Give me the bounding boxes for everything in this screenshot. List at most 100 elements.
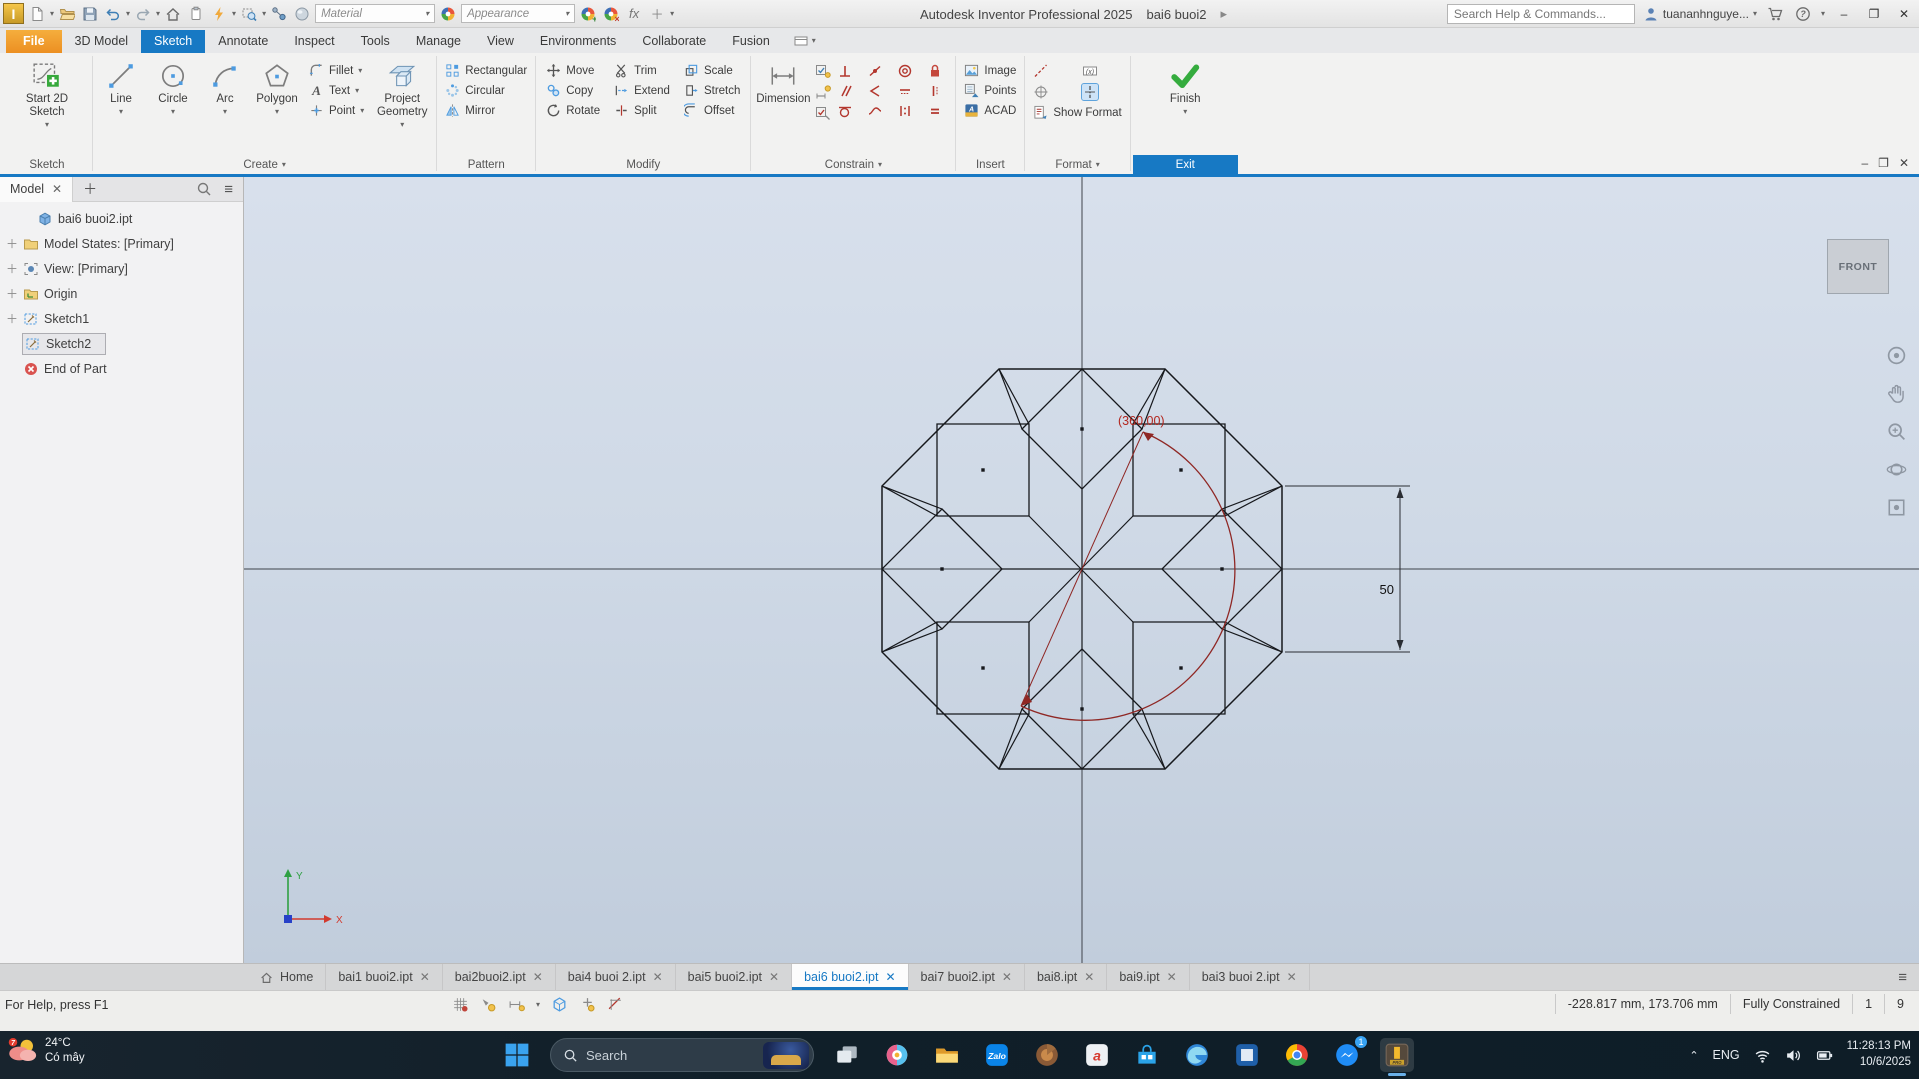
sketch-line[interactable] (1221, 485, 1283, 510)
document-tab[interactable]: bai9.ipt ✕ (1107, 964, 1190, 990)
project-geometry-button[interactable]: Project Geometry ▾ (370, 59, 434, 129)
document-tab[interactable]: bai6 buoi2.ipt ✕ (792, 964, 909, 990)
browser-menu-icon[interactable]: ≡ (224, 181, 233, 198)
dimension-arrow[interactable] (1396, 640, 1404, 650)
weather-widget[interactable]: 7 24°C Có mây (8, 1036, 85, 1066)
navigation-wheel-icon[interactable] (1886, 345, 1907, 366)
tree-item[interactable]: ＋ bai6 buoi2.ipt (0, 206, 243, 231)
restore-button[interactable]: ❐ (1863, 4, 1885, 24)
modify-tool[interactable]: Split (614, 103, 670, 118)
home-button[interactable] (163, 4, 183, 24)
taskbar-app-icon[interactable]: Zalo (980, 1038, 1014, 1072)
qat-add-button[interactable]: ＋ (647, 4, 667, 24)
sketch-line[interactable] (881, 485, 938, 517)
ribbon-tab[interactable]: File (6, 30, 62, 53)
inventor-logo-icon[interactable]: I (3, 3, 24, 24)
panel-display-button[interactable]: ▾ (793, 33, 816, 49)
insert-tool[interactable]: A ACAD (964, 103, 1016, 118)
create-small-tool[interactable]: Point ▾ (309, 103, 364, 118)
group-label-constrain[interactable]: Constrain ▾ (753, 155, 953, 174)
dimension-display-dropdown[interactable]: ▾ (536, 1000, 540, 1009)
sketch-point[interactable] (1179, 666, 1183, 670)
tree-item[interactable]: ＋ Sketch1 (0, 306, 243, 331)
group-label-insert[interactable]: Insert (958, 155, 1022, 174)
tab-close-icon[interactable]: ✕ (653, 970, 663, 984)
expand-toggle[interactable]: ＋ (6, 310, 18, 327)
doc-close-button[interactable]: ✕ (1899, 156, 1909, 170)
modify-tool[interactable]: Scale (684, 63, 740, 78)
modify-tool[interactable]: Stretch (684, 83, 740, 98)
taskbar-search[interactable]: Search (550, 1038, 814, 1072)
tangent-circle-constraint-icon[interactable] (837, 103, 853, 119)
new-file-button[interactable] (27, 4, 47, 24)
windows-start-button[interactable] (500, 1038, 534, 1072)
doc-minimize-button[interactable]: – (1861, 156, 1868, 170)
concentric-constraint-icon[interactable] (897, 63, 913, 79)
sketch-line[interactable] (1132, 713, 1166, 770)
modify-tool[interactable]: Trim (614, 63, 670, 78)
group-label-create[interactable]: Create ▾ (95, 155, 434, 174)
battery-icon[interactable] (1816, 1047, 1833, 1064)
slice-graphics-icon[interactable] (551, 996, 568, 1013)
driven-dimension-icon[interactable]: (x) (1082, 63, 1098, 79)
undo-button[interactable] (103, 4, 123, 24)
sketch-line[interactable] (881, 485, 943, 510)
parameters-button[interactable]: fx (624, 4, 644, 24)
user-account-button[interactable]: tuananhnguye... ▾ (1643, 6, 1757, 22)
sketch-square[interactable] (1132, 621, 1226, 715)
tab-close-icon[interactable]: ✕ (1002, 970, 1012, 984)
sketch-point[interactable] (1080, 427, 1084, 431)
new-file-dropdown[interactable]: ▾ (50, 9, 54, 18)
color-wheel-button[interactable] (438, 4, 458, 24)
copy-screen-button[interactable] (186, 4, 206, 24)
taskbar-app-icon[interactable] (930, 1038, 964, 1072)
graphics-window[interactable]: 50 (360,00) FRONT Y X (244, 177, 1919, 963)
insert-tool[interactable]: Image (964, 63, 1016, 78)
tab-close-icon[interactable]: ✕ (885, 970, 895, 984)
document-tab[interactable]: bai8.ipt ✕ (1025, 964, 1108, 990)
pattern-tool[interactable]: Circular (445, 83, 527, 98)
document-tab[interactable]: bai7 buoi2.ipt ✕ (909, 964, 1025, 990)
group-label-pattern[interactable]: Pattern (439, 155, 533, 174)
modify-tool[interactable]: Extend (614, 83, 670, 98)
open-button[interactable] (57, 4, 77, 24)
sketch-point[interactable] (940, 567, 944, 571)
sketch-canvas[interactable]: 50 (360,00) (244, 177, 1919, 963)
look-at-icon[interactable] (1886, 497, 1907, 518)
expand-toggle[interactable]: ＋ (6, 235, 18, 252)
taskbar-app-icon[interactable] (1280, 1038, 1314, 1072)
show-format-button[interactable]: Show Format (1033, 105, 1122, 120)
fix-constraint-icon[interactable] (927, 63, 943, 79)
material-ball-button[interactable] (292, 4, 312, 24)
taskbar-app-icon[interactable]: PRO (1380, 1038, 1414, 1076)
sketch-line[interactable] (998, 708, 1023, 770)
taskbar-app-icon[interactable]: 1 (1330, 1035, 1368, 1072)
ribbon-tab[interactable]: Collaborate (629, 30, 719, 53)
browser-tab-close-icon[interactable]: ✕ (52, 182, 62, 196)
modify-tool[interactable]: Offset (683, 103, 740, 118)
help-dropdown[interactable]: ▾ (1821, 10, 1825, 18)
ribbon-tab[interactable]: Fusion (719, 30, 783, 53)
sketch-point[interactable] (981, 468, 985, 472)
add-appearance-button[interactable]: + (578, 4, 598, 24)
dimension-arrow[interactable] (1396, 488, 1404, 498)
centerline-icon[interactable] (1080, 83, 1099, 101)
document-tab[interactable]: bai5 buoi2.ipt ✕ (676, 964, 793, 990)
ribbon-tab[interactable]: Environments (527, 30, 629, 53)
group-label-modify[interactable]: Modify (538, 155, 748, 174)
minimize-button[interactable]: – (1833, 4, 1855, 24)
document-tab[interactable]: bai4 buoi 2.ipt ✕ (556, 964, 676, 990)
modify-tool[interactable]: Move (546, 63, 600, 78)
tab-close-icon[interactable]: ✕ (420, 970, 430, 984)
save-button[interactable] (80, 4, 100, 24)
create-small-tool[interactable]: A Text ▾ (309, 83, 364, 98)
tree-item[interactable]: ＋ View: [Primary] (0, 256, 243, 281)
create-tool-button[interactable]: Line ▾ (95, 59, 147, 116)
document-tab[interactable]: bai3 buoi 2.ipt ✕ (1190, 964, 1310, 990)
dynamic-dimension-icon[interactable] (579, 996, 596, 1013)
ribbon-tab[interactable]: Tools (348, 30, 403, 53)
ribbon-tab[interactable]: View (474, 30, 527, 53)
symmetric-constraint-icon[interactable] (897, 103, 913, 119)
pattern-tool[interactable]: Rectangular (445, 63, 527, 78)
redo-dropdown[interactable]: ▾ (156, 9, 160, 18)
